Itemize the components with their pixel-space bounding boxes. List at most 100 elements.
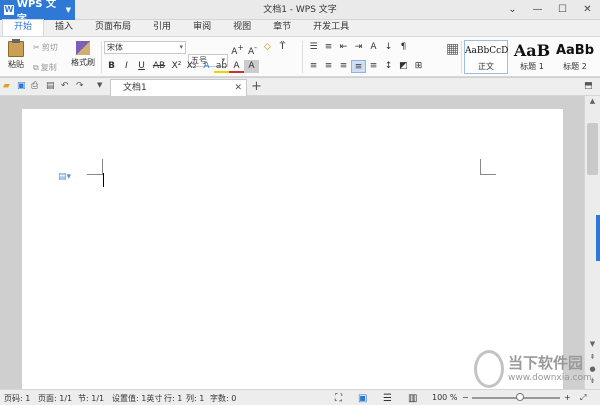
increase-indent-icon[interactable]: ⇥	[351, 41, 366, 54]
app-menu-button[interactable]: W WPS 文字 ▼	[0, 0, 75, 25]
open-icon[interactable]: ▰	[3, 81, 14, 92]
borders-icon[interactable]: ⊞	[411, 60, 426, 73]
justify-icon[interactable]: ≡	[351, 60, 366, 73]
align-center-icon[interactable]: ≡	[321, 60, 336, 73]
document-tab[interactable]: 文档1 ✕	[110, 79, 247, 96]
status-section[interactable]: 节: 1/1	[78, 393, 104, 404]
align-right-icon[interactable]: ≡	[336, 60, 351, 73]
font-name-select[interactable]: 宋体	[104, 41, 186, 54]
style-normal[interactable]: AaBbCcD 正文	[464, 40, 508, 74]
skin-icon[interactable]: ⌄	[500, 0, 525, 20]
tab-review[interactable]: 审阅	[182, 20, 222, 36]
style-heading-1[interactable]: AaB 标题 1	[510, 40, 554, 74]
scroll-up-icon[interactable]: ▲	[585, 96, 600, 106]
subscript-icon[interactable]: X₂	[184, 60, 199, 73]
status-row[interactable]: 行: 1	[164, 393, 182, 404]
tab-developer[interactable]: 开发工具	[302, 20, 360, 36]
style-heading-1-preview: AaB	[513, 41, 551, 60]
chinese-layout-icon[interactable]: A	[366, 41, 381, 54]
decrease-indent-icon[interactable]: ⇤	[336, 41, 351, 54]
scroll-thumb[interactable]	[587, 123, 598, 175]
superscript-icon[interactable]: X²	[169, 60, 184, 73]
redo-icon[interactable]: ↷	[76, 81, 87, 92]
scroll-down-icon[interactable]: ▼	[585, 339, 600, 349]
zoom-slider-knob[interactable]	[516, 393, 524, 401]
clear-format-icon[interactable]: ◇	[260, 41, 275, 54]
close-button[interactable]: ✕	[575, 0, 600, 20]
char-shading-icon[interactable]: A	[244, 60, 259, 73]
paragraph-mark-icon[interactable]: ▤▾	[58, 172, 71, 182]
tab-section[interactable]: 章节	[262, 20, 302, 36]
shrink-font-icon[interactable]: A-	[245, 41, 260, 57]
zoom-in-icon[interactable]: +	[564, 393, 571, 402]
status-word-count[interactable]: 字数: 0	[210, 393, 236, 404]
underline-icon[interactable]: U	[134, 60, 149, 73]
maximize-button[interactable]: ☐	[550, 0, 575, 20]
zoom-level[interactable]: 100 %	[432, 393, 457, 402]
italic-icon[interactable]: I	[119, 60, 134, 73]
watermark: 当下软件园 www.downxia.com	[474, 350, 592, 390]
status-page-number[interactable]: 页码: 1	[4, 393, 30, 404]
print-preview-icon[interactable]: ▤	[46, 81, 57, 92]
table-icon[interactable]: ▦	[446, 41, 460, 71]
align-left-icon[interactable]: ≡	[306, 60, 321, 73]
title-bar: W WPS 文字 ▼ 文档1 - WPS 文字 ⌄ — ☐ ✕	[0, 0, 600, 25]
highlight-icon[interactable]: ab	[214, 60, 229, 73]
tab-page-layout[interactable]: 页面布局	[84, 20, 142, 36]
close-tab-icon[interactable]: ✕	[234, 80, 242, 96]
menu-bar: 开始 插入 页面布局 引用 审阅 视图 章节 开发工具	[0, 19, 600, 37]
tab-view[interactable]: 视图	[222, 20, 262, 36]
status-page-count[interactable]: 页面: 1/1	[38, 393, 72, 404]
new-tab-button[interactable]: +	[251, 79, 262, 94]
style-heading-2[interactable]: AaBb 标题 2	[553, 40, 597, 74]
save-icon[interactable]: ▣	[17, 81, 28, 92]
fit-page-icon[interactable]: ⤢	[580, 393, 586, 403]
cut-label: 剪切	[41, 43, 58, 52]
style-heading-2-label: 标题 2	[563, 62, 587, 71]
sort-icon[interactable]: ↓	[381, 41, 396, 54]
ribbon-toggle-icon[interactable]: ⬒	[584, 81, 595, 92]
chevron-down-icon: ▼	[65, 6, 71, 14]
numbered-list-icon[interactable]: ≡	[321, 41, 336, 54]
paste-button[interactable]: 粘贴	[4, 39, 28, 70]
show-marks-icon[interactable]: ¶	[396, 41, 411, 54]
text-effect-icon[interactable]: A	[199, 60, 214, 73]
shading-icon[interactable]: ◩	[396, 60, 411, 73]
tab-insert[interactable]: 插入	[44, 20, 84, 36]
zoom-slider[interactable]	[472, 393, 560, 401]
side-panel-handle[interactable]	[596, 215, 600, 261]
zoom-out-icon[interactable]: −	[462, 393, 469, 402]
cut-button[interactable]: ✂ 剪切	[33, 41, 58, 54]
wps-logo-icon: W	[4, 5, 14, 15]
ribbon: 粘贴 ✂剪切 ⧉复制 格式刷 宋体 五号 A+ A- ◇ T̈ B I U AB…	[0, 37, 600, 77]
chevron-down-icon[interactable]: ▼	[97, 81, 108, 92]
page-view-icon[interactable]: ▣	[358, 393, 367, 404]
web-view-icon[interactable]: ▥	[408, 393, 417, 404]
format-painter-button[interactable]: 格式刷	[68, 41, 98, 68]
status-column[interactable]: 列: 1	[186, 393, 204, 404]
outline-view-icon[interactable]: ☰	[383, 393, 392, 404]
status-settings[interactable]: 设置值: 1英寸	[112, 393, 162, 404]
distribute-icon[interactable]: ≡	[366, 60, 381, 73]
style-heading-2-preview: AaBb	[555, 43, 595, 58]
pinyin-icon[interactable]: T̈	[275, 41, 290, 54]
copy-icon: ⧉	[33, 62, 39, 72]
prev-page-icon[interactable]: ⇞	[585, 352, 600, 362]
document-page[interactable]: ▤▾	[22, 109, 563, 389]
font-color-icon[interactable]: A	[229, 60, 244, 73]
margin-corner-top-right	[480, 159, 496, 175]
style-normal-preview: AaBbCcD	[465, 46, 509, 56]
tab-home[interactable]: 开始	[2, 19, 45, 36]
bullet-list-icon[interactable]: ☰	[306, 41, 321, 54]
undo-icon[interactable]: ↶	[61, 81, 72, 92]
bold-icon[interactable]: B	[104, 60, 119, 73]
line-spacing-icon[interactable]: ↕	[381, 60, 396, 73]
grow-font-icon[interactable]: A+	[230, 41, 245, 57]
copy-label: 复制	[40, 63, 57, 72]
print-icon[interactable]: ⎙	[31, 81, 42, 92]
minimize-button[interactable]: —	[525, 0, 550, 20]
copy-button[interactable]: ⧉ 复制	[33, 61, 57, 74]
tab-references[interactable]: 引用	[142, 20, 182, 36]
fullscreen-icon[interactable]: ⛶	[335, 393, 342, 404]
strikethrough-icon[interactable]: AB	[149, 60, 169, 73]
